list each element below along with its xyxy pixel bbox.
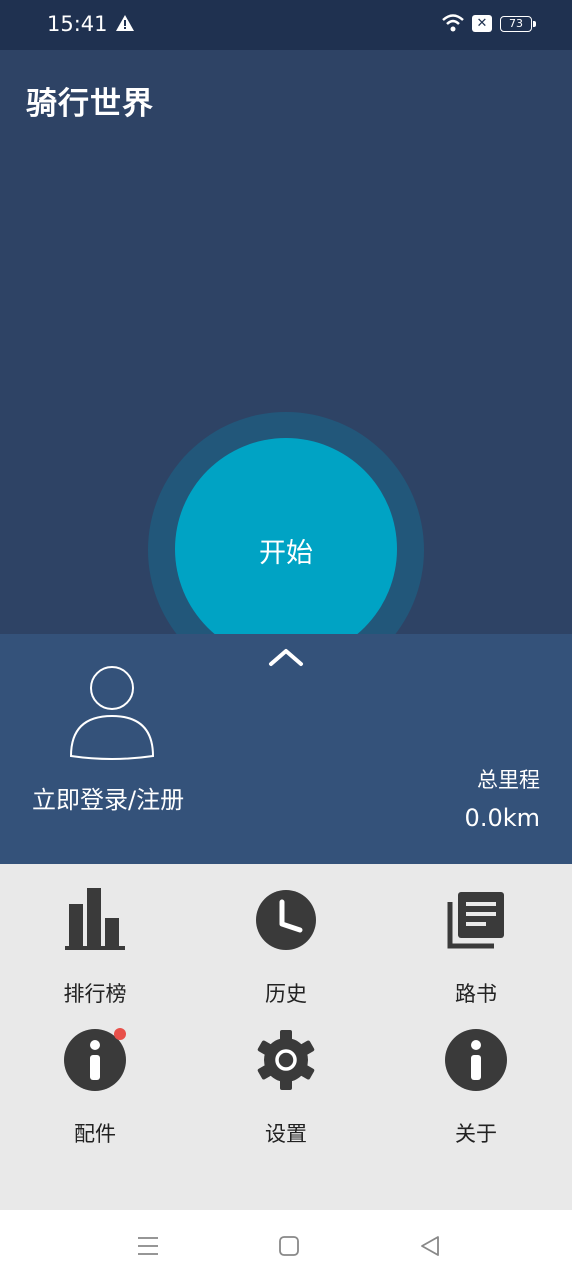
notification-badge — [114, 1028, 126, 1040]
login-register-link[interactable]: 立即登录/注册 — [32, 780, 184, 815]
menu-item-leaderboard[interactable]: 排行榜 — [20, 888, 170, 1006]
menu-label: 设置 — [265, 1122, 307, 1146]
warning-icon — [116, 15, 134, 35]
menu-grid: 排行榜 历史 路书 配件 设置 关于 — [0, 864, 572, 1210]
status-time: 15:41 — [47, 12, 108, 36]
app-title: 骑行世界 — [26, 86, 154, 122]
menu-label: 配件 — [74, 1122, 116, 1146]
status-bar: 15:41 ✕ 73 — [0, 0, 572, 50]
clock-icon — [256, 890, 316, 950]
menu-item-about[interactable]: 关于 — [401, 1028, 551, 1146]
back-icon[interactable] — [418, 1234, 442, 1258]
wifi-icon — [441, 13, 465, 37]
sim-blocked-icon: ✕ — [472, 15, 492, 32]
bar-chart-icon — [65, 888, 125, 950]
menu-label: 路书 — [455, 982, 497, 1006]
menu-label: 排行榜 — [63, 982, 127, 1006]
menu-item-accessories[interactable]: 配件 — [20, 1028, 170, 1146]
menu-item-history[interactable]: 历史 — [211, 888, 361, 1006]
chevron-up-icon[interactable] — [266, 642, 306, 672]
menu-label: 关于 — [455, 1122, 497, 1146]
start-label: 开始 — [259, 538, 313, 569]
info-icon — [445, 1029, 507, 1091]
menu-label: 历史 — [265, 982, 307, 1006]
menu-item-roadbook[interactable]: 路书 — [401, 888, 551, 1006]
total-mileage-label: 总里程 — [477, 768, 540, 792]
map-header-area: 骑行世界 开始 — [0, 50, 572, 634]
profile-panel: 立即登录/注册 总里程 0.0km — [0, 634, 572, 864]
home-icon[interactable] — [277, 1234, 301, 1258]
menu-item-settings[interactable]: 设置 — [211, 1028, 361, 1146]
book-stack-icon — [447, 892, 504, 949]
system-nav-bar — [0, 1210, 572, 1280]
battery-icon: 73 — [500, 16, 536, 32]
total-mileage-value: 0.0km — [464, 804, 540, 832]
avatar-icon[interactable] — [68, 664, 158, 764]
menu-icon[interactable] — [136, 1234, 160, 1258]
gear-icon — [257, 1030, 315, 1090]
